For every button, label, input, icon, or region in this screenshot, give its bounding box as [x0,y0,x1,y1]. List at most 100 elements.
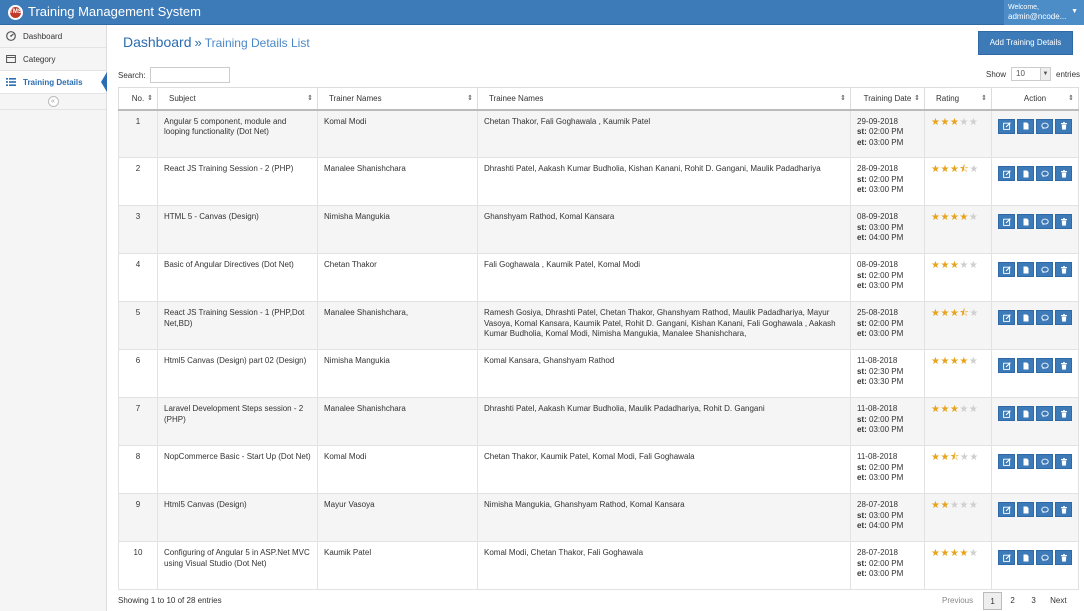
star-empty-icon[interactable]: ★ [950,500,959,511]
delete-button[interactable] [1055,262,1072,277]
column-header-action[interactable]: Action ⇕ [991,87,1079,111]
sidebar-item-training-details[interactable]: Training Details [0,71,107,94]
star-empty-icon[interactable]: ★ [960,452,969,463]
star-icon[interactable]: ★ [950,548,959,559]
column-header-trainer[interactable]: Trainer Names ⇕ [317,87,478,111]
star-empty-icon[interactable]: ★ [969,260,978,271]
comment-button[interactable] [1036,262,1053,277]
star-empty-icon[interactable]: ★ [969,356,978,367]
comment-button[interactable] [1036,214,1053,229]
edit-button[interactable] [998,214,1015,229]
star-icon[interactable]: ★ [940,404,949,415]
view-document-button[interactable] [1017,166,1034,181]
star-icon[interactable]: ★ [940,548,949,559]
delete-button[interactable] [1055,502,1072,517]
star-icon[interactable]: ★ [950,308,959,319]
star-empty-icon[interactable]: ★ [969,548,978,559]
comment-button[interactable] [1036,358,1053,373]
star-icon[interactable]: ★ [950,356,959,367]
comment-button[interactable] [1036,454,1053,469]
star-icon[interactable]: ★ [940,164,949,175]
edit-button[interactable] [998,310,1015,325]
view-document-button[interactable] [1017,550,1034,565]
star-empty-icon[interactable]: ★ [969,452,978,463]
star-empty-icon[interactable]: ★ [969,117,978,128]
star-icon[interactable]: ★ [940,260,949,271]
edit-button[interactable] [998,358,1015,373]
sidebar-item-category[interactable]: Category [0,48,106,71]
edit-button[interactable] [998,454,1015,469]
edit-button[interactable] [998,502,1015,517]
comment-button[interactable] [1036,166,1053,181]
star-empty-icon[interactable]: ★ [969,212,978,223]
star-icon[interactable]: ★ [959,548,968,559]
view-document-button[interactable] [1017,358,1034,373]
user-menu[interactable]: Welcome, admin@ncode... ▼ [1004,0,1084,25]
comment-button[interactable] [1036,310,1053,325]
comment-button[interactable] [1036,406,1053,421]
column-header-trainee[interactable]: Trainee Names ⇕ [477,87,851,111]
delete-button[interactable] [1055,358,1072,373]
view-document-button[interactable] [1017,118,1034,134]
pagination-previous[interactable]: Previous [936,592,979,610]
column-header-no[interactable]: No. ⇕ [118,87,158,111]
star-icon[interactable]: ★ [940,356,949,367]
delete-button[interactable] [1055,550,1072,565]
add-training-details-button[interactable]: Add Training Details [978,31,1073,55]
view-document-button[interactable] [1017,454,1034,469]
star-empty-icon[interactable]: ★ [959,404,968,415]
star-empty-icon[interactable]: ★ [959,260,968,271]
comment-button[interactable] [1036,118,1053,134]
star-icon[interactable]: ★ [959,212,968,223]
search-input[interactable] [149,67,230,83]
star-icon[interactable]: ★ [940,452,949,463]
view-document-button[interactable] [1017,262,1034,277]
star-half-icon[interactable]: ⯪ [959,308,969,319]
collapse-sidebar-icon[interactable]: « [47,96,59,107]
view-document-button[interactable] [1017,310,1034,325]
breadcrumb-dashboard[interactable]: Dashboard [123,34,192,50]
star-icon[interactable]: ★ [940,117,949,128]
star-empty-icon[interactable]: ★ [959,117,968,128]
delete-button[interactable] [1055,310,1072,325]
star-icon[interactable]: ★ [950,117,959,128]
column-header-rating[interactable]: Rating ⇕ [924,87,992,111]
delete-button[interactable] [1055,214,1072,229]
edit-button[interactable] [998,118,1015,134]
star-empty-icon[interactable]: ★ [969,404,978,415]
edit-button[interactable] [998,166,1015,181]
view-document-button[interactable] [1017,214,1034,229]
comment-button[interactable] [1036,502,1053,517]
star-half-icon[interactable]: ⯪ [959,164,969,175]
view-document-button[interactable] [1017,502,1034,517]
delete-button[interactable] [1055,406,1072,421]
star-icon[interactable]: ★ [940,212,949,223]
star-half-icon[interactable]: ⯪ [950,452,960,463]
edit-button[interactable] [998,550,1015,565]
star-empty-icon[interactable]: ★ [969,308,978,319]
pagination-page-1[interactable]: 1 [983,592,1003,610]
column-header-subject[interactable]: Subject ⇕ [157,87,318,111]
pagination-page-3[interactable]: 3 [1023,592,1044,610]
sidebar-item-dashboard[interactable]: Dashboard [0,25,106,48]
delete-button[interactable] [1055,454,1072,469]
star-icon[interactable]: ★ [940,500,949,511]
star-icon[interactable]: ★ [959,356,968,367]
pagination-page-2[interactable]: 2 [1002,592,1023,610]
edit-button[interactable] [998,262,1015,277]
star-icon[interactable]: ★ [950,164,959,175]
star-icon[interactable]: ★ [950,404,959,415]
star-icon[interactable]: ★ [940,308,949,319]
column-header-date[interactable]: Training Date ⇕ [850,87,925,111]
star-empty-icon[interactable]: ★ [969,500,978,511]
star-icon[interactable]: ★ [950,260,959,271]
view-document-button[interactable] [1017,406,1034,421]
star-empty-icon[interactable]: ★ [969,164,978,175]
page-length-select[interactable]: 10 ▼ [1011,67,1052,81]
star-empty-icon[interactable]: ★ [959,500,968,511]
pagination-next[interactable]: Next [1044,592,1072,610]
star-icon[interactable]: ★ [950,212,959,223]
brand[interactable]: TMS Training Management System [8,4,201,20]
delete-button[interactable] [1055,166,1072,181]
comment-button[interactable] [1036,550,1053,565]
